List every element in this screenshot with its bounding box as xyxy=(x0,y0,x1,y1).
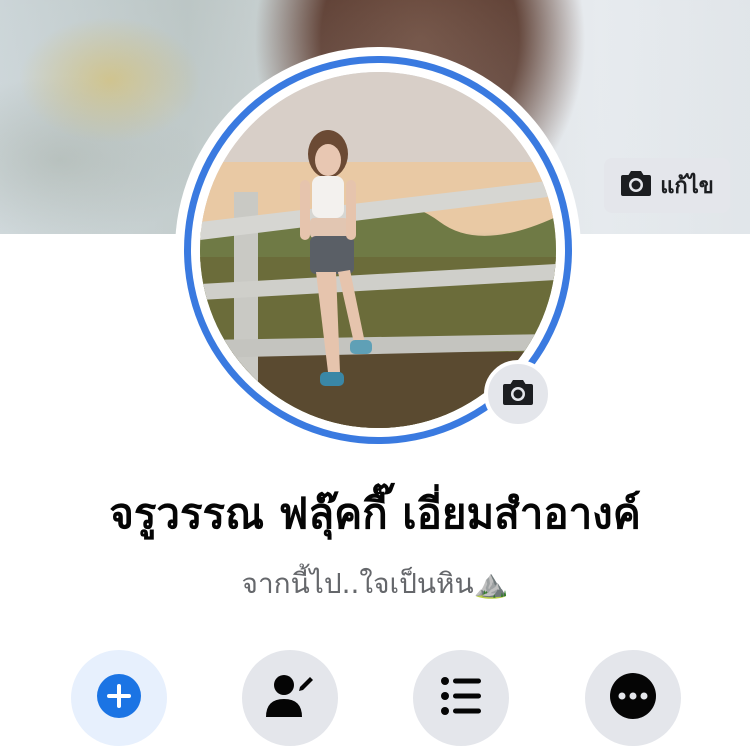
edit-profile-button[interactable] xyxy=(242,650,338,746)
change-avatar-button[interactable] xyxy=(484,360,552,428)
camera-icon xyxy=(620,169,652,203)
more-icon xyxy=(610,673,656,723)
more-options-button[interactable] xyxy=(585,650,681,746)
camera-icon xyxy=(502,378,534,410)
add-story-icon xyxy=(97,674,141,722)
profile-name: จรูวรรณ ฟลุ๊คกี๊ เอี่ยมสำอางค์ xyxy=(109,489,641,538)
edit-cover-button[interactable]: แก้ไข xyxy=(604,158,730,213)
edit-profile-icon xyxy=(266,673,314,723)
activity-log-icon xyxy=(441,677,481,719)
add-story-button[interactable] xyxy=(71,650,167,746)
profile-bio: จากนี้ไป..ใจเป็นหิน⛰️ xyxy=(241,567,509,600)
activity-log-button[interactable] xyxy=(413,650,509,746)
edit-cover-label: แก้ไข xyxy=(660,174,714,199)
